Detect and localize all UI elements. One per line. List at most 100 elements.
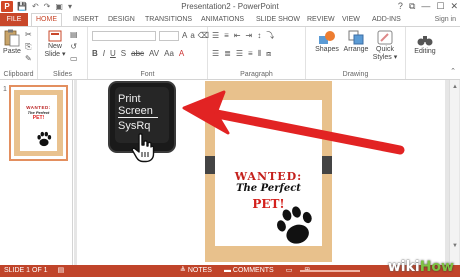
tab-insert[interactable]: INSERT xyxy=(73,13,99,26)
drawing-group-label: Drawing xyxy=(342,71,369,78)
numbering-icon[interactable]: ≡ xyxy=(224,31,229,41)
char-spacing-button[interactable]: AV xyxy=(149,49,159,59)
slides-group-label: Slides xyxy=(52,71,73,78)
quick-styles-label-1: Quick xyxy=(376,46,394,53)
vertical-scrollbar[interactable]: ▲ ▼ xyxy=(449,80,459,265)
key-label-sysrq: SysRq xyxy=(118,120,151,132)
title-bar: P 💾 ↶ ↷ ▣ ▾ Presentation2 - PowerPoint ?… xyxy=(0,0,460,13)
bullets-icon[interactable]: ☰ xyxy=(212,31,219,41)
spelling-icon[interactable]: ▤ xyxy=(58,265,65,277)
grow-font-icon[interactable]: A xyxy=(182,31,187,41)
quick-styles-button[interactable]: Quick Styles ▾ xyxy=(372,30,398,61)
group-drawing: Shapes Arrange Quick Styles ▾ Drawing xyxy=(306,27,406,79)
scroll-down-icon[interactable]: ▼ xyxy=(452,243,458,249)
tab-review[interactable]: REVIEW xyxy=(307,13,335,26)
change-case-button[interactable]: Aa xyxy=(164,49,174,59)
help-icon[interactable]: ? xyxy=(398,0,403,12)
align-center-icon[interactable]: ≣ xyxy=(224,49,231,59)
smartart-icon[interactable]: ⧈ xyxy=(266,49,271,59)
clipboard-small-buttons: ✂ ⎘ ✎ xyxy=(25,30,32,64)
underline-button[interactable]: U xyxy=(110,49,116,59)
perfect-subtitle: The Perfect xyxy=(236,183,301,194)
justify-icon[interactable]: ≡ xyxy=(248,49,253,59)
text-direction-icon[interactable]: ⤵ xyxy=(266,31,274,41)
copy-icon[interactable]: ⎘ xyxy=(25,42,31,52)
thumbnail-number: 1 xyxy=(3,86,7,93)
tab-design[interactable]: DESIGN xyxy=(108,13,135,26)
shapes-button[interactable]: Shapes xyxy=(314,30,340,53)
layout-icon[interactable]: ▤ xyxy=(70,30,78,40)
ribbon-home: Paste ✂ ⎘ ✎ Clipboard New Slide ▾ ▤ ↺ ▭ … xyxy=(0,26,460,80)
bold-button[interactable]: B xyxy=(92,49,98,59)
align-left-icon[interactable]: ☰ xyxy=(212,49,219,59)
binoculars-icon xyxy=(417,36,433,46)
font-color-button[interactable]: A xyxy=(179,49,184,59)
notes-label: NOTES xyxy=(187,267,212,274)
align-right-icon[interactable]: ☰ xyxy=(236,49,243,59)
status-buttons: ≜ NOTES ▬ COMMENTS ▭ ⊞ xyxy=(180,265,310,277)
columns-icon[interactable]: ⫴ xyxy=(258,49,261,59)
paste-icon xyxy=(4,29,20,47)
strikethrough-button[interactable]: abc xyxy=(131,49,144,59)
shadow-button[interactable]: S xyxy=(121,49,126,59)
slide-thumbnail[interactable]: WANTED: The Perfect PET! xyxy=(9,85,68,161)
ribbon-tabs: FILE HOME INSERT DESIGN TRANSITIONS ANIM… xyxy=(0,13,460,26)
italic-button[interactable]: I xyxy=(103,49,105,59)
sign-in-link[interactable]: Sign in xyxy=(435,13,456,26)
font-format-row: B I U S abc AV Aa A xyxy=(92,49,184,59)
tab-slide-show[interactable]: SLIDE SHOW xyxy=(256,13,300,26)
font-name-field[interactable] xyxy=(92,31,156,41)
collapse-ribbon-icon[interactable]: ⌃ xyxy=(450,67,456,77)
slides-small-buttons: ▤ ↺ ▭ xyxy=(70,30,78,64)
new-slide-button[interactable]: New Slide ▾ xyxy=(43,30,67,58)
paste-button[interactable]: Paste xyxy=(1,29,23,55)
tab-file[interactable]: FILE xyxy=(0,13,28,26)
comments-button[interactable]: ▬ COMMENTS xyxy=(224,265,274,277)
editing-button[interactable]: Editing xyxy=(412,33,438,55)
tab-animations[interactable]: ANIMATIONS xyxy=(201,13,244,26)
comments-label: COMMENTS xyxy=(232,267,274,274)
decrease-indent-icon[interactable]: ⇤ xyxy=(234,31,241,41)
tab-transitions[interactable]: TRANSITIONS xyxy=(145,13,192,26)
hand-cursor-icon xyxy=(131,133,155,163)
minimize-button[interactable]: — xyxy=(421,0,430,12)
arrange-button[interactable]: Arrange xyxy=(342,30,370,53)
window-controls: ? ⧉ — ☐ ✕ xyxy=(398,0,458,12)
shapes-label: Shapes xyxy=(315,46,339,53)
new-slide-icon xyxy=(48,30,62,42)
font-group-label: Font xyxy=(140,71,155,78)
group-paragraph: ☰ ≡ ⇤ ⇥ ↕ ⤵ ☰ ≣ ☰ ≡ ⫴ ⧈ Paragraph xyxy=(208,27,306,79)
font-size-field[interactable] xyxy=(159,31,179,41)
cut-icon[interactable]: ✂ xyxy=(25,30,32,40)
thumbnail-frame: WANTED: The Perfect PET! xyxy=(14,90,63,156)
group-slides: New Slide ▾ ▤ ↺ ▭ Slides xyxy=(38,27,88,79)
paste-label: Paste xyxy=(3,48,21,55)
shrink-font-icon[interactable]: a xyxy=(190,31,194,41)
line-spacing-icon[interactable]: ↕ xyxy=(257,31,261,41)
wanted-poster-frame[interactable]: WANTED: The Perfect PET! xyxy=(205,81,332,262)
new-slide-label-2: Slide ▾ xyxy=(44,51,66,58)
reset-icon[interactable]: ↺ xyxy=(70,42,77,52)
zoom-slider[interactable] xyxy=(300,270,360,272)
increase-indent-icon[interactable]: ⇥ xyxy=(246,31,253,41)
shapes-icon xyxy=(319,31,335,44)
quick-styles-icon xyxy=(377,30,393,45)
notes-button[interactable]: ≜ NOTES xyxy=(180,265,212,277)
paragraph-row-2: ☰ ≣ ☰ ≡ ⫴ ⧈ xyxy=(212,49,271,59)
thumbnail-poster: WANTED: The Perfect PET! xyxy=(20,95,57,151)
window-title: Presentation2 - PowerPoint xyxy=(181,2,279,11)
close-button[interactable]: ✕ xyxy=(450,0,458,12)
maximize-button[interactable]: ☐ xyxy=(436,0,444,12)
tab-add-ins[interactable]: ADD-INS xyxy=(372,13,401,26)
ribbon-display-options-icon[interactable]: ⧉ xyxy=(409,0,415,12)
slide-thumbnail-panel[interactable]: 1 WANTED: The Perfect PET! xyxy=(0,80,73,265)
section-icon[interactable]: ▭ xyxy=(70,54,78,64)
group-clipboard: Paste ✂ ⎘ ✎ Clipboard xyxy=(0,27,38,79)
scroll-up-icon[interactable]: ▲ xyxy=(452,84,458,90)
key-label-print: Print xyxy=(118,93,141,105)
thumbnail-paw-icon xyxy=(37,131,52,147)
format-painter-icon[interactable]: ✎ xyxy=(25,54,32,64)
normal-view-icon[interactable]: ▭ xyxy=(286,265,293,277)
tab-view[interactable]: VIEW xyxy=(342,13,360,26)
tab-home[interactable]: HOME xyxy=(31,13,62,26)
